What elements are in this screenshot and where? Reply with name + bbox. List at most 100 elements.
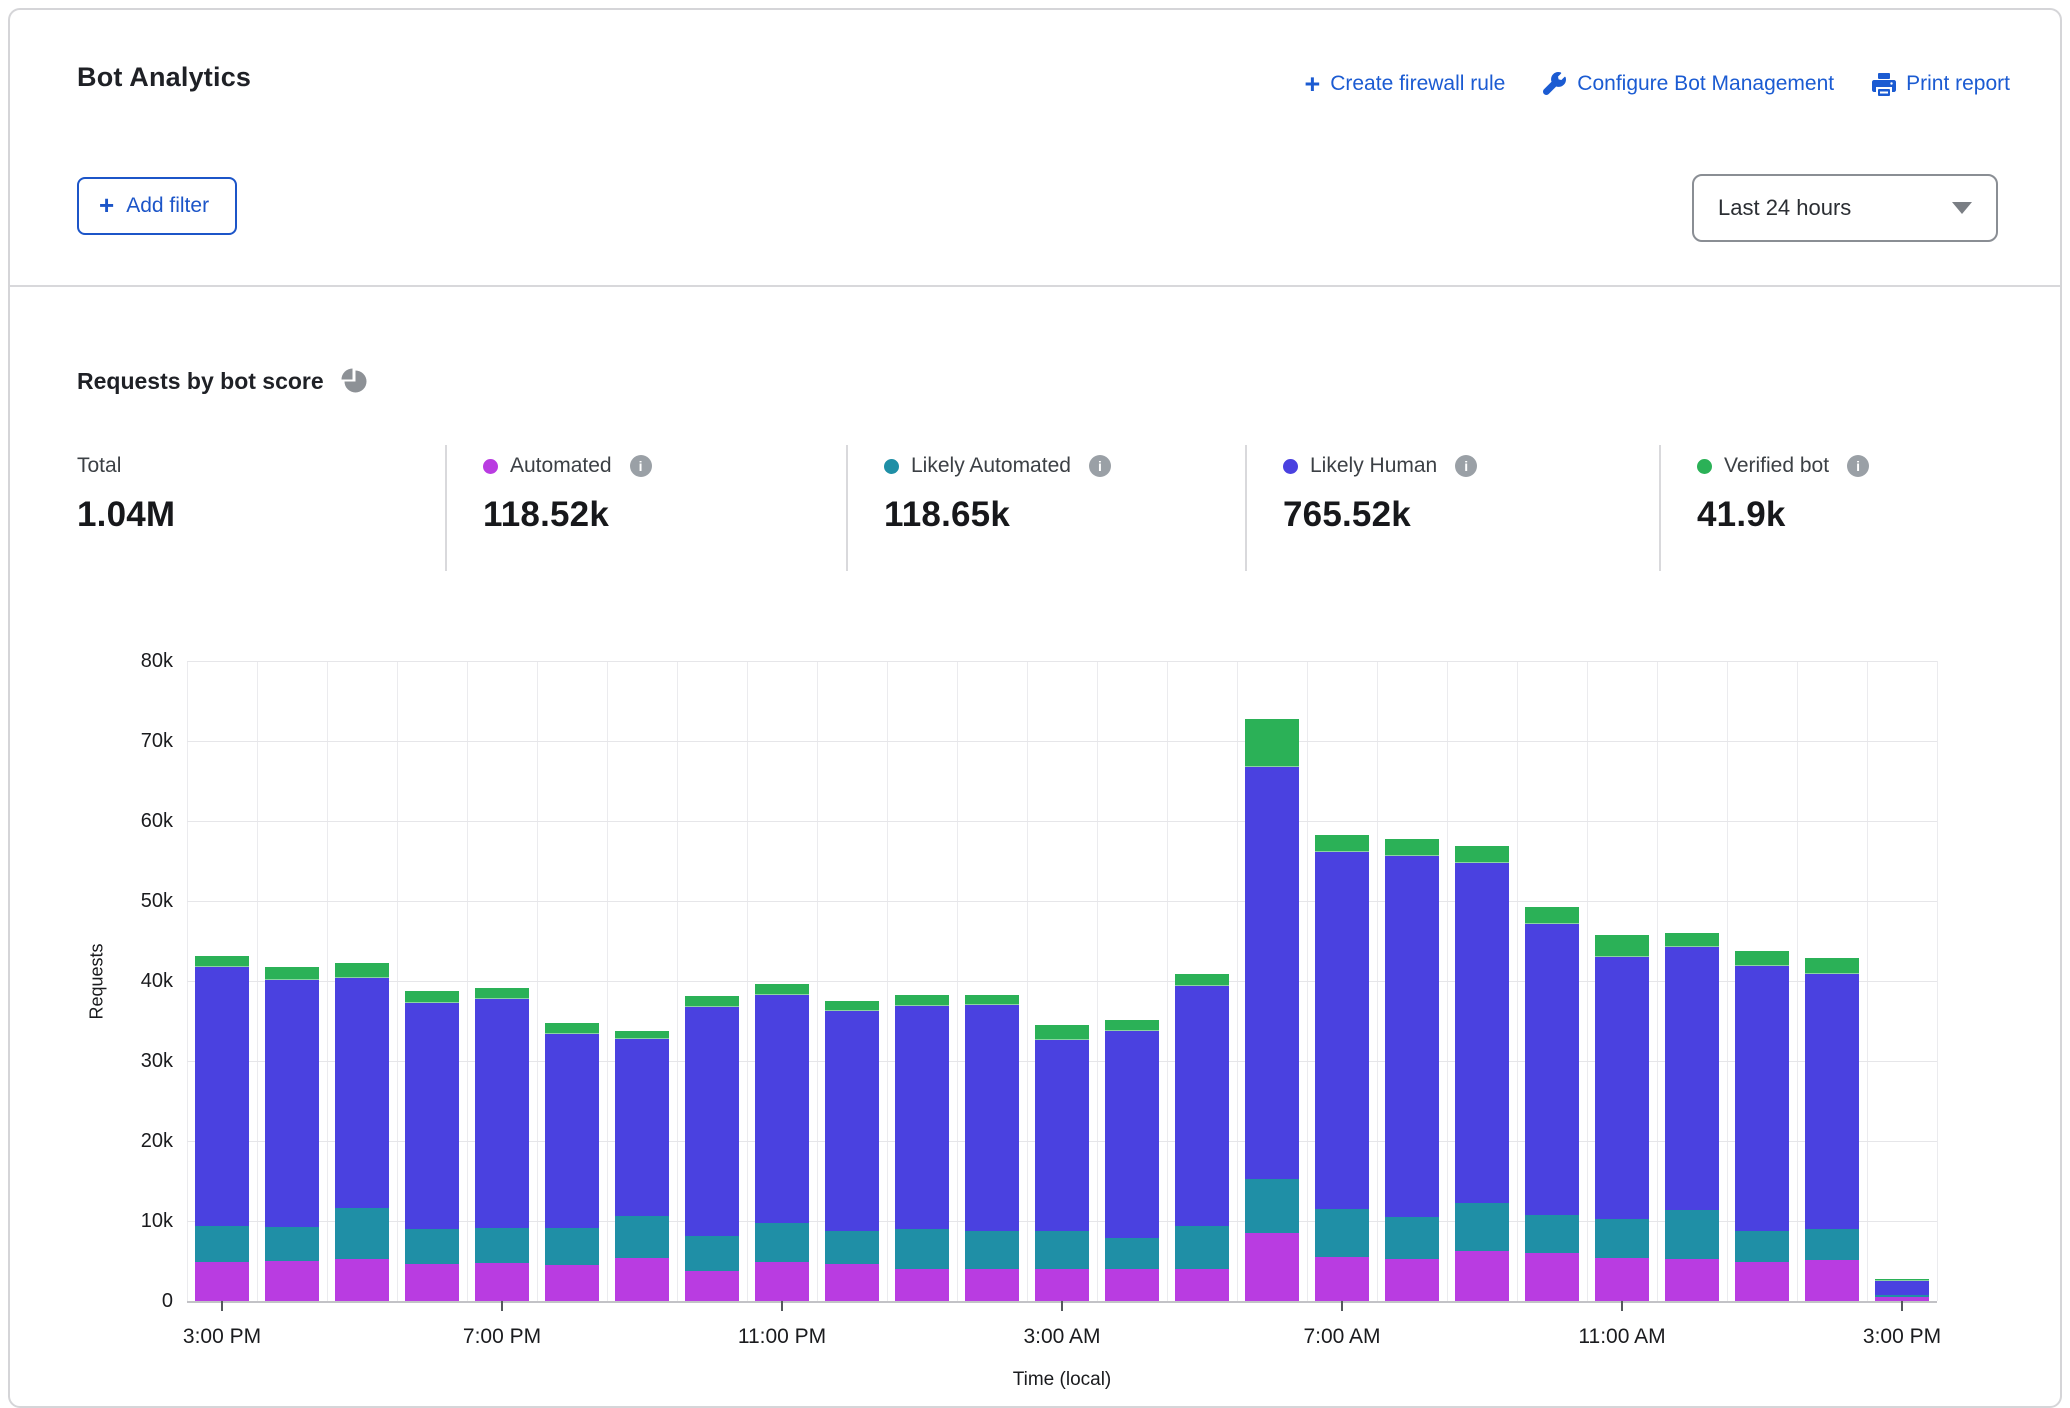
chart-bar[interactable] xyxy=(475,988,529,1301)
chart-bar[interactable] xyxy=(405,991,459,1301)
chart-bar[interactable] xyxy=(895,995,949,1301)
time-range-dropdown[interactable]: Last 24 hours xyxy=(1692,174,1998,242)
bar-segment-likely-automated xyxy=(545,1228,599,1265)
chart-bar[interactable] xyxy=(545,1023,599,1301)
plus-icon: + xyxy=(1304,74,1320,94)
chart-bar[interactable] xyxy=(1525,907,1579,1301)
chart-bar[interactable] xyxy=(1665,933,1719,1301)
bar-segment-automated xyxy=(1035,1269,1089,1301)
x-tick-mark xyxy=(781,1301,783,1311)
bar-segment-automated xyxy=(1315,1257,1369,1301)
info-icon[interactable]: i xyxy=(1847,455,1869,477)
x-tick-label: 3:00 AM xyxy=(977,1325,1147,1349)
bar-segment-likely-automated xyxy=(1525,1215,1579,1253)
bar-segment-likely-automated xyxy=(615,1216,669,1258)
bar-segment-verified-bot xyxy=(545,1023,599,1034)
y-tick-label: 10k xyxy=(109,1209,173,1233)
bar-segment-verified-bot xyxy=(755,984,809,994)
stat-verified-bot-label: Verified bot xyxy=(1724,454,1829,478)
bar-segment-automated xyxy=(1385,1259,1439,1301)
chart-bar[interactable] xyxy=(1175,974,1229,1301)
section-title: Requests by bot score xyxy=(77,368,324,395)
create-firewall-rule-link[interactable]: + Create firewall rule xyxy=(1304,72,1505,96)
chart-bar[interactable] xyxy=(1455,846,1509,1301)
bar-segment-likely-human xyxy=(1455,863,1509,1203)
bar-segment-verified-bot xyxy=(1105,1020,1159,1031)
chart-bar[interactable] xyxy=(335,963,389,1301)
chart-bar[interactable] xyxy=(965,995,1019,1301)
bar-segment-verified-bot xyxy=(965,995,1019,1005)
x-tick-mark xyxy=(1341,1301,1343,1311)
bar-segment-likely-human xyxy=(1175,986,1229,1226)
bar-segment-likely-automated xyxy=(195,1226,249,1262)
bar-segment-verified-bot xyxy=(1315,835,1369,852)
bar-segment-likely-human xyxy=(1875,1281,1929,1295)
chevron-down-icon xyxy=(1952,202,1972,214)
bar-segment-automated xyxy=(1525,1253,1579,1301)
configure-bot-management-link[interactable]: Configure Bot Management xyxy=(1543,72,1834,96)
bar-segment-likely-automated xyxy=(1455,1203,1509,1252)
info-icon[interactable]: i xyxy=(1089,455,1111,477)
chart-bar[interactable] xyxy=(1875,1279,1929,1301)
bar-segment-likely-human xyxy=(965,1005,1019,1231)
chart-bar[interactable] xyxy=(825,1001,879,1301)
chart-bar[interactable] xyxy=(195,956,249,1301)
y-tick-label: 30k xyxy=(109,1049,173,1073)
chart-bar[interactable] xyxy=(1805,958,1859,1301)
bar-segment-automated xyxy=(685,1271,739,1301)
bar-segment-likely-human xyxy=(1735,966,1789,1231)
bar-segment-verified-bot xyxy=(1805,958,1859,974)
chart-bar[interactable] xyxy=(1315,835,1369,1301)
bar-segment-automated xyxy=(755,1262,809,1301)
chart-bar[interactable] xyxy=(1245,719,1299,1301)
bar-segment-likely-human xyxy=(1595,957,1649,1219)
bar-segment-automated xyxy=(825,1264,879,1301)
bar-segment-verified-bot xyxy=(335,963,389,977)
gridline-horizontal xyxy=(187,901,1937,902)
bar-segment-likely-human xyxy=(895,1006,949,1229)
bar-segment-automated xyxy=(1805,1260,1859,1301)
bar-segment-likely-automated xyxy=(1035,1231,1089,1269)
bar-segment-likely-human xyxy=(265,980,319,1227)
bar-segment-automated xyxy=(1595,1258,1649,1301)
bar-segment-verified-bot xyxy=(195,956,249,966)
add-filter-button[interactable]: + Add filter xyxy=(77,177,237,235)
chart-bar[interactable] xyxy=(1595,935,1649,1301)
y-tick-label: 20k xyxy=(109,1129,173,1153)
chart-bar[interactable] xyxy=(265,967,319,1301)
chart-bar[interactable] xyxy=(1735,951,1789,1301)
wrench-icon xyxy=(1543,72,1567,96)
bar-segment-likely-automated xyxy=(1595,1219,1649,1258)
verified-bot-dot-icon xyxy=(1697,459,1712,474)
chart-bar[interactable] xyxy=(1035,1025,1089,1301)
bar-segment-automated xyxy=(1735,1262,1789,1301)
bar-segment-likely-human xyxy=(1385,856,1439,1217)
chart-bar[interactable] xyxy=(755,984,809,1301)
bar-segment-likely-human xyxy=(1245,767,1299,1179)
y-tick-label: 0 xyxy=(109,1289,173,1313)
stat-likely-automated-label: Likely Automated xyxy=(911,454,1071,478)
y-tick-label: 60k xyxy=(109,809,173,833)
gridline-vertical xyxy=(1937,661,1938,1301)
info-icon[interactable]: i xyxy=(630,455,652,477)
bar-segment-verified-bot xyxy=(1175,974,1229,986)
bar-segment-automated xyxy=(545,1265,599,1301)
chart-bar[interactable] xyxy=(685,996,739,1301)
chart-bar[interactable] xyxy=(615,1031,669,1301)
chart-bar[interactable] xyxy=(1105,1020,1159,1301)
bar-segment-verified-bot xyxy=(615,1031,669,1040)
likely-automated-dot-icon xyxy=(884,459,899,474)
bar-segment-likely-automated xyxy=(1665,1210,1719,1260)
print-report-link[interactable]: Print report xyxy=(1872,72,2010,96)
bar-segment-likely-human xyxy=(405,1003,459,1229)
bar-segment-automated xyxy=(965,1269,1019,1301)
bar-segment-likely-automated xyxy=(965,1231,1019,1269)
bar-segment-automated xyxy=(265,1261,319,1301)
x-axis-title: Time (local) xyxy=(187,1369,1937,1391)
time-range-value: Last 24 hours xyxy=(1718,195,1952,221)
x-tick-mark xyxy=(1901,1301,1903,1311)
chart-bar[interactable] xyxy=(1385,839,1439,1301)
info-icon[interactable]: i xyxy=(1455,455,1477,477)
bar-segment-likely-automated xyxy=(1315,1209,1369,1257)
stats-row: Total 1.04M Automated i 118.52k Likely A… xyxy=(10,445,2060,571)
